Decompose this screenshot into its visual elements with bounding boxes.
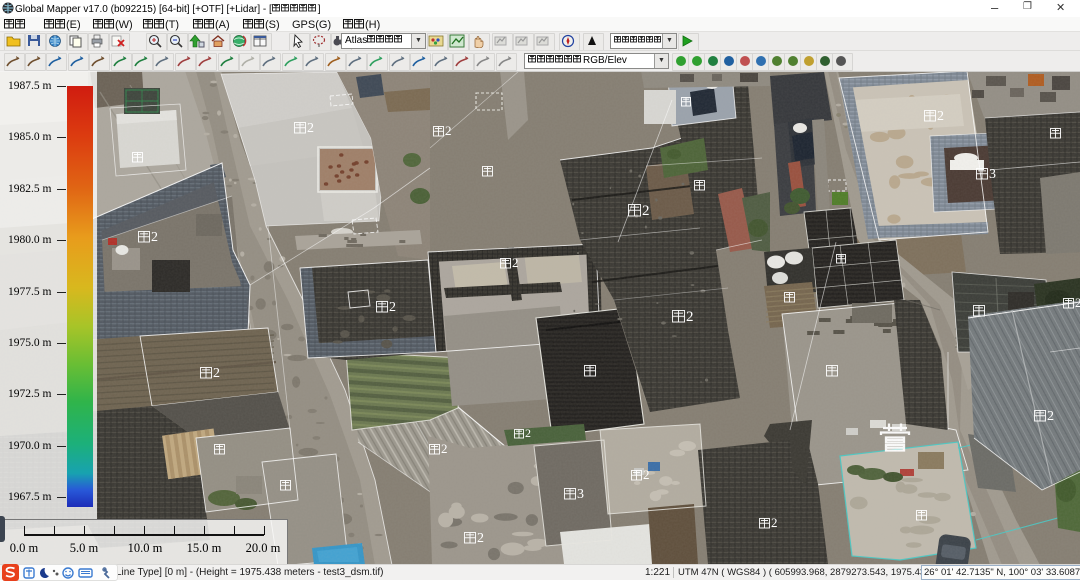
svg-text:(S): (S) — [265, 19, 280, 31]
svg-text:2: 2 — [441, 443, 448, 456]
svg-text:3: 3 — [577, 487, 584, 502]
svg-text:2: 2 — [1075, 297, 1080, 310]
svg-text:(T): (T) — [165, 19, 179, 31]
svg-text:2: 2 — [937, 109, 944, 124]
svg-text:2: 2 — [389, 300, 396, 315]
svg-text:2: 2 — [1047, 409, 1054, 424]
svg-text:2: 2 — [307, 121, 314, 136]
svg-text:2: 2 — [512, 257, 519, 270]
svg-text:(E): (E) — [66, 19, 81, 31]
svg-text:(A): (A) — [215, 19, 230, 31]
svg-text:2: 2 — [642, 203, 650, 219]
svg-text:(W): (W) — [115, 19, 133, 31]
svg-text:2: 2 — [686, 309, 694, 325]
svg-text:2: 2 — [445, 125, 452, 138]
svg-text:2: 2 — [477, 531, 484, 546]
svg-text:(H): (H) — [365, 19, 380, 31]
svg-text:3: 3 — [989, 167, 996, 182]
svg-text:2: 2 — [525, 428, 531, 440]
svg-text:2: 2 — [771, 517, 778, 530]
svg-text:2: 2 — [643, 469, 650, 482]
svg-text:2: 2 — [213, 366, 220, 381]
svg-text:GPS(G): GPS(G) — [292, 19, 331, 31]
svg-text:2: 2 — [151, 230, 158, 245]
